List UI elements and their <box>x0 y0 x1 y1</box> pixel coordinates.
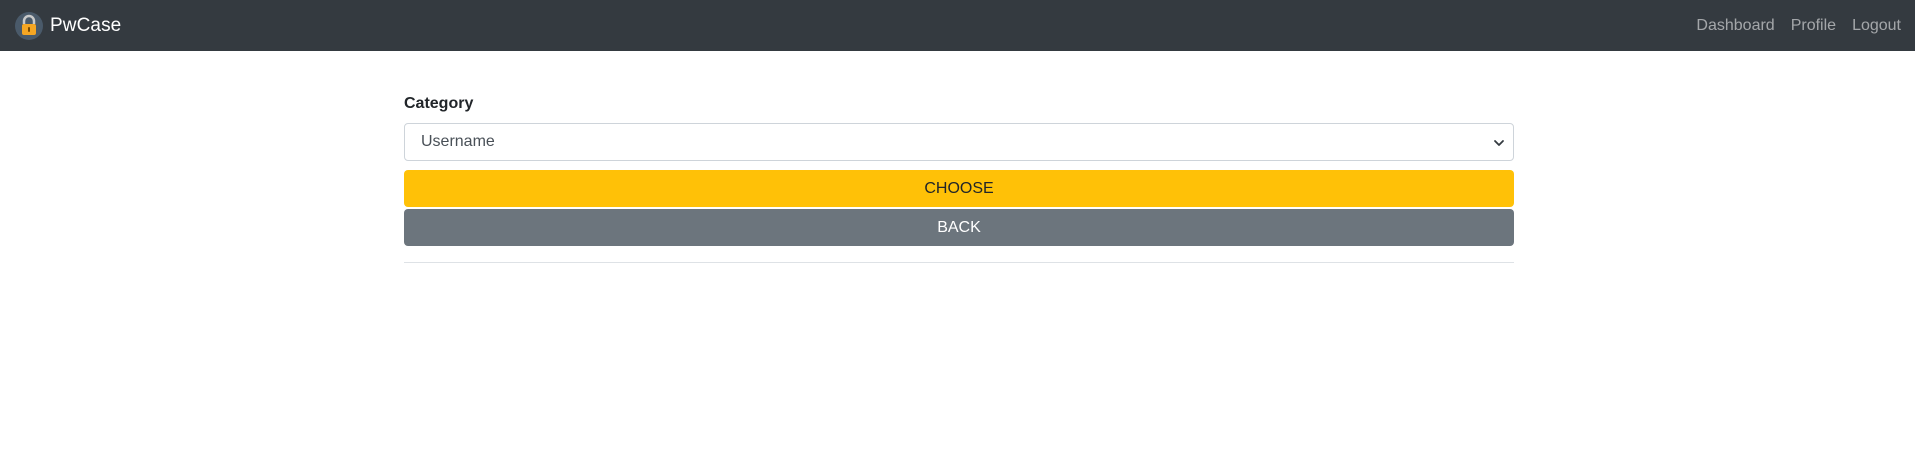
padlock-icon <box>14 11 44 41</box>
category-select-value: Username <box>421 133 495 150</box>
back-button[interactable]: BACK <box>404 209 1514 246</box>
nav-links: Dashboard Profile Logout <box>1680 17 1901 35</box>
nav-link-dashboard[interactable]: Dashboard <box>1696 17 1774 35</box>
nav-link-profile[interactable]: Profile <box>1791 17 1836 35</box>
category-label: Category <box>404 95 474 112</box>
divider <box>404 262 1514 263</box>
choose-button[interactable]: CHOOSE <box>404 170 1514 207</box>
nav-link-logout[interactable]: Logout <box>1852 17 1901 35</box>
category-select[interactable]: Username <box>404 123 1514 161</box>
chevron-down-icon <box>1493 136 1505 148</box>
top-navbar: PwCase Dashboard Profile Logout <box>0 0 1915 51</box>
brand-name: PwCase <box>50 14 122 36</box>
main-content: Category Username CHOOSE BACK <box>404 51 1514 263</box>
brand-link[interactable]: PwCase <box>14 11 121 41</box>
